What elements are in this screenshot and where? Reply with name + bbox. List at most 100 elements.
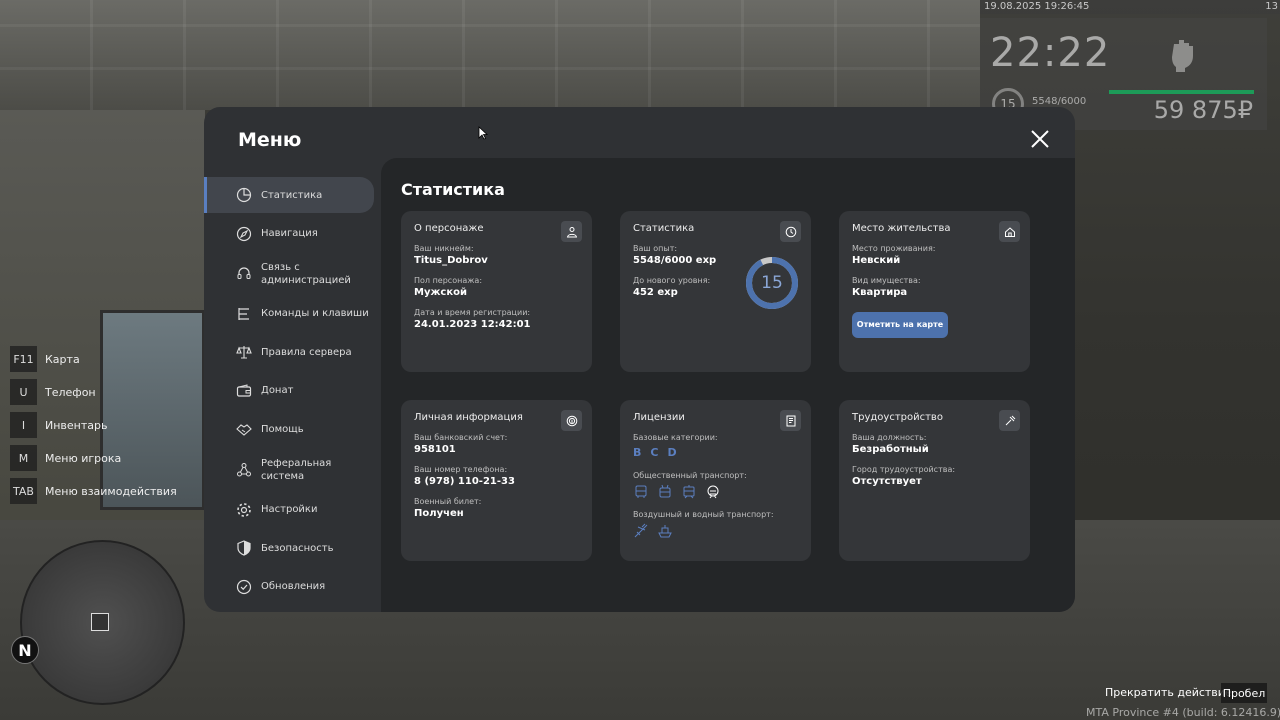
level-number: 15 [761, 273, 783, 293]
field-label: Вид имущества: [852, 276, 921, 285]
action-key: Пробел [1221, 683, 1267, 703]
sidebar-item-label: Связь с администрацией [261, 261, 351, 286]
field-label: Военный билет: [414, 497, 482, 506]
field-property-type: Вид имущества: Квартира [852, 276, 1017, 298]
sidebar-item-label: Навигация [261, 228, 318, 240]
field-employment-city: Город трудоустройства: Отсутствует [852, 465, 1017, 487]
mark-on-map-button[interactable]: Отметить на карте [852, 312, 948, 338]
field-value: Titus_Dobrov [414, 255, 488, 266]
sidebar-item-updates[interactable]: Обновления [204, 569, 374, 605]
mouse-cursor-icon [478, 126, 488, 140]
keybind-interaction-menu: TAB Меню взаимодействия [10, 478, 177, 504]
card-icon-button [780, 221, 801, 242]
sidebar-item-admin-contact[interactable]: Связь с администрацией [204, 254, 374, 293]
field-residence-place: Место проживания: Невский [852, 244, 1017, 266]
license-base-categories: B C D [633, 446, 798, 459]
keybind-inventory: I Инвентарь [10, 412, 177, 438]
shield-icon [237, 540, 251, 556]
card-title: Место жительства [852, 223, 951, 234]
sidebar-item-commands[interactable]: Команды и клавиши [204, 296, 374, 332]
pie-chart-icon [236, 187, 252, 203]
airplane-icon [634, 523, 648, 538]
player-menu-window: Меню Статистика Навигация Связь с админи… [204, 107, 1075, 612]
key-label: M [10, 445, 37, 471]
field-label: Ваш опыт: [633, 244, 678, 253]
field-value: Невский [852, 255, 901, 266]
card-title: О персонаже [414, 223, 484, 234]
field-registration-date: Дата и время регистрации: 24.01.2023 12:… [414, 308, 579, 330]
card-title: Лицензии [633, 412, 685, 423]
card-employment: Трудоустройство Ваша должность: Безработ… [839, 400, 1030, 561]
license-public-label: Общественный транспорт: [633, 471, 747, 480]
card-icon-button [780, 410, 801, 431]
card-residence: Место жительства Место проживания: Невск… [839, 211, 1030, 372]
card-icon-button [999, 221, 1020, 242]
compass-icon [236, 226, 252, 241]
content-title: Статистика [401, 180, 505, 199]
boat-icon [658, 525, 672, 538]
sidebar-item-statistics[interactable]: Статистика [204, 177, 374, 213]
headset-icon [237, 267, 251, 279]
keybind-player-menu: M Меню игрока [10, 445, 177, 471]
background-ceiling [0, 0, 980, 110]
card-character: О персонаже Ваш никнейм: Titus_Dobrov По… [401, 211, 592, 372]
list-icon [238, 307, 249, 320]
card-statistics: Статистика Ваш опыт: 5548/6000 exp До но… [620, 211, 811, 372]
sidebar-item-security[interactable]: Безопасность [204, 530, 374, 566]
handshake-icon [236, 423, 252, 436]
sidebar-item-help[interactable]: Помощь [204, 412, 374, 448]
field-value: 8 (978) 110-21-33 [414, 476, 515, 487]
sidebar-item-navigation[interactable]: Навигация [204, 216, 374, 252]
sidebar-item-referral[interactable]: Реферальная система [204, 450, 374, 489]
field-value: Отсутствует [852, 476, 922, 487]
keybind-label: Меню взаимодействия [45, 484, 177, 498]
trolleybus-icon [659, 484, 671, 498]
card-personal-info: Личная информация Ваш банковский счет: 9… [401, 400, 592, 561]
field-value: 24.01.2023 12:42:01 [414, 319, 531, 330]
card-licenses: Лицензии Базовые категории: B C D Общест… [620, 400, 811, 561]
keybind-label: Меню игрока [45, 451, 122, 465]
tram-icon [683, 485, 695, 499]
field-label: Пол персонажа: [414, 276, 483, 285]
compass-north: N [11, 636, 39, 664]
metro-icon [707, 485, 719, 499]
license-air-label: Воздушный и водный транспорт: [633, 510, 774, 519]
hud-datetime: 19.08.2025 19:26:45 [984, 1, 1090, 12]
clock-icon [785, 226, 796, 237]
tools-icon [1005, 415, 1015, 425]
sidebar-item-label: Донат [261, 385, 294, 397]
field-label: Ваш банковский счет: [414, 433, 508, 442]
field-label: Дата и время регистрации: [414, 308, 531, 317]
license-public-transport-icons [633, 484, 798, 500]
keybind-list: F11 Карта U Телефон I Инвентарь M Меню и… [10, 346, 177, 511]
field-position: Ваша должность: Безработный [852, 433, 1017, 455]
fingerprint-icon [566, 415, 577, 426]
sidebar-item-label: Правила сервера [261, 346, 352, 358]
keybind-label: Карта [45, 352, 80, 366]
gear-icon [237, 502, 251, 517]
field-label: Ваш номер телефона: [414, 465, 508, 474]
license-category: C [650, 446, 659, 459]
license-category: D [667, 446, 677, 459]
menu-title: Меню [238, 129, 302, 151]
keybind-map: F11 Карта [10, 346, 177, 372]
sidebar-item-donate[interactable]: Донат [204, 373, 374, 409]
field-value: Квартира [852, 287, 908, 298]
card-title: Трудоустройство [852, 412, 943, 423]
card-icon-button [561, 410, 582, 431]
sidebar-item-label: Помощь [261, 424, 304, 436]
close-icon[interactable] [1030, 129, 1050, 149]
field-value: 958101 [414, 444, 456, 455]
card-icon-button [561, 221, 582, 242]
sidebar-item-rules[interactable]: Правила сервера [204, 334, 374, 370]
sidebar-item-settings[interactable]: Настройки [204, 492, 374, 528]
menu-sidebar: Статистика Навигация Связь с администрац… [204, 177, 380, 608]
hud-datetime-bar: 19.08.2025 19:26:45 13 [980, 0, 1280, 14]
sidebar-item-label: Статистика [261, 189, 323, 201]
hud-money: 59 875₽ [1153, 96, 1253, 124]
hud-exp-text: 5548/6000 [1032, 96, 1087, 107]
license-air-water-icons [633, 523, 798, 539]
key-label: U [10, 379, 37, 405]
keybind-label: Телефон [45, 385, 96, 399]
house-icon [1004, 226, 1015, 237]
